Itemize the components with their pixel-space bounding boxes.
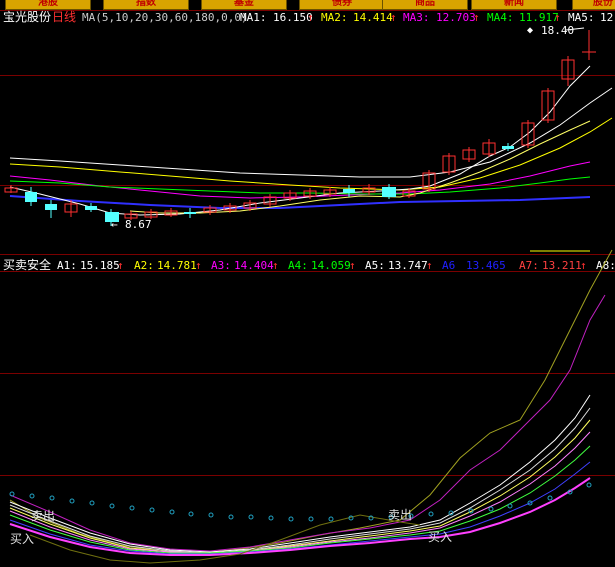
period-label: 日线 bbox=[52, 10, 76, 24]
low-price-label: 8.67 bbox=[125, 218, 152, 231]
ma5-label: MA5: bbox=[568, 11, 595, 24]
a7-label: A7: bbox=[519, 259, 539, 272]
a4-arrow: ↑ bbox=[349, 259, 356, 272]
sell-signal-2: 卖出 bbox=[388, 508, 412, 522]
high-marker-icon: ◆ bbox=[527, 25, 533, 36]
panel-grid bbox=[0, 10, 615, 476]
ma3-label: MA3: bbox=[403, 11, 430, 24]
ma1-arrow: ↑ bbox=[307, 11, 314, 24]
ma1-label: MA1: bbox=[240, 11, 267, 24]
indicator-line-white2 bbox=[9, 407, 591, 554]
indicator-name: 买卖安全 bbox=[3, 257, 51, 272]
a1-arrow: ↑ bbox=[117, 259, 124, 272]
indicator-line-white1 bbox=[9, 394, 591, 553]
buy-signal-2: 买入 bbox=[428, 530, 452, 544]
ma2-label: MA2: bbox=[321, 11, 348, 24]
a2-value: 14.781 bbox=[157, 259, 197, 272]
a2-arrow: ↑ bbox=[195, 259, 202, 272]
a6-value: 13.465 bbox=[466, 259, 506, 272]
low-arrow-icon: ← bbox=[111, 218, 118, 231]
ma2-arrow: ↑ bbox=[390, 11, 397, 24]
a3-arrow: ↑ bbox=[272, 259, 279, 272]
buy-signal-1: 买入 bbox=[10, 532, 34, 546]
ma3-value: 12.703 bbox=[436, 11, 476, 24]
indicator-line-purple bbox=[9, 294, 606, 552]
a6-label: A6 bbox=[442, 259, 455, 272]
sell-signal-1: 卖出 bbox=[31, 509, 55, 523]
a4-value: 14.059 bbox=[311, 259, 351, 272]
a7-arrow: ↑ bbox=[580, 259, 587, 272]
indicator-line-green bbox=[9, 445, 591, 554]
a7-value: 13.211 bbox=[542, 259, 582, 272]
a1-value: 15.185 bbox=[80, 259, 120, 272]
ma5-value: 12. bbox=[600, 11, 615, 24]
indicator-lines bbox=[9, 249, 613, 564]
a5-label: A5: bbox=[365, 259, 385, 272]
ma4-value: 11.917 bbox=[519, 11, 559, 24]
a1-label: A1: bbox=[57, 259, 77, 272]
ma4-label: MA4: bbox=[487, 11, 514, 24]
a2-label: A2: bbox=[134, 259, 154, 272]
ma3-arrow: ↑ bbox=[473, 11, 480, 24]
ma4-arrow: ↑ bbox=[554, 11, 561, 24]
ma2-value: 14.414 bbox=[353, 11, 393, 24]
chart-area[interactable]: 宝光股份 日线 MA(5,10,20,30,60,180,0,0) MA1: 1… bbox=[0, 0, 615, 567]
indicator-line-yellow bbox=[9, 419, 591, 554]
a5-arrow: ↑ bbox=[426, 259, 433, 272]
safety-dots bbox=[9, 482, 592, 522]
stock-name: 宝光股份 bbox=[3, 10, 51, 24]
a4-label: A4: bbox=[288, 259, 308, 272]
high-price-label: 18.40 bbox=[541, 24, 574, 37]
a5-value: 13.747 bbox=[388, 259, 428, 272]
a3-label: A3: bbox=[211, 259, 231, 272]
indicator-line-olive bbox=[9, 249, 613, 554]
ma-params: MA(5,10,20,30,60,180,0,0) bbox=[82, 11, 248, 24]
a3-value: 14.404 bbox=[234, 259, 274, 272]
